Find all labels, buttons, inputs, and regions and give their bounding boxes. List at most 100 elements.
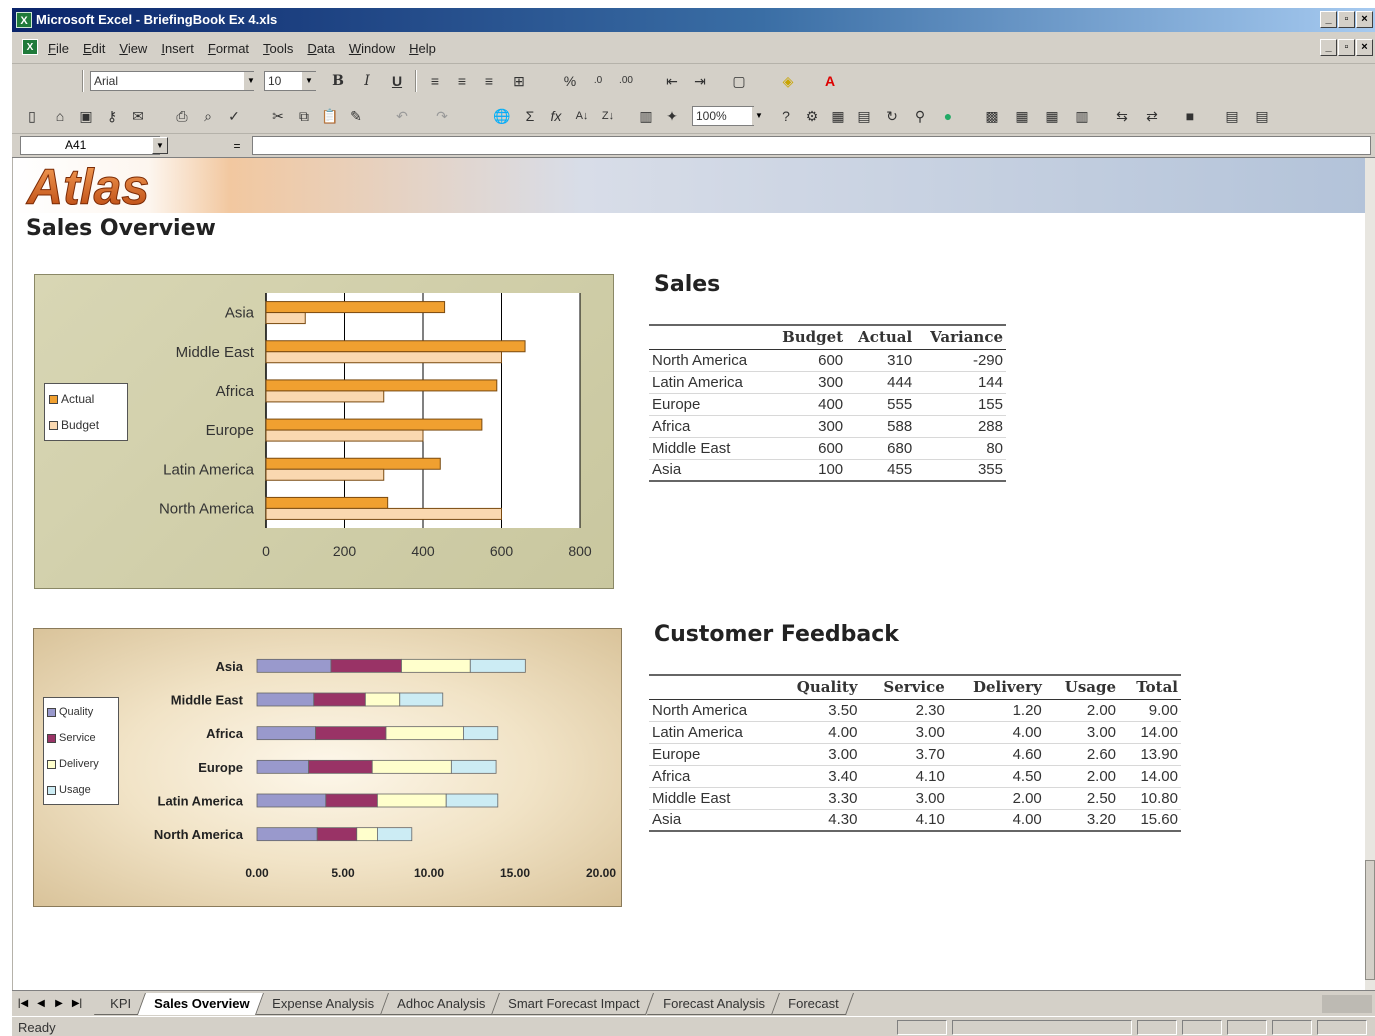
cell-region[interactable]: Europe [649, 393, 769, 416]
table-row[interactable]: Europe 3.00 3.70 4.60 2.60 13.90 [649, 743, 1181, 766]
menu-file[interactable]: File [48, 41, 69, 56]
sheet-tab-forecast[interactable]: Forecast [771, 993, 854, 1015]
cell-actual[interactable]: 588 [846, 415, 916, 438]
permission-icon[interactable]: ⚷ [102, 106, 122, 126]
table-row[interactable]: North America 3.50 2.30 1.20 2.00 9.00 [649, 699, 1181, 722]
workbook-icon[interactable]: X [22, 39, 38, 55]
cell-budget[interactable]: 300 [769, 371, 847, 394]
zoom-dropdown[interactable]: ▼ [752, 107, 766, 125]
bar-delivery-north-america[interactable] [356, 827, 378, 842]
email-icon[interactable]: ✉ [128, 106, 148, 126]
bar-actual-asia[interactable] [265, 301, 446, 314]
table-row[interactable]: Middle East 600 680 80 [649, 437, 1006, 460]
sort-ascending-icon[interactable]: A↓ [572, 106, 592, 126]
cell-actual[interactable]: 310 [846, 349, 916, 372]
cell-usage[interactable]: 2.00 [1044, 765, 1120, 788]
addin-block-icon[interactable]: ■ [1180, 106, 1200, 126]
autosum-icon[interactable]: Σ [520, 106, 540, 126]
bar-actual-north-america[interactable] [265, 496, 389, 509]
bar-usage-europe[interactable] [450, 759, 497, 774]
bar-quality-north-america[interactable] [256, 827, 318, 842]
sheet-tab-smart-forecast-impact[interactable]: Smart Forecast Impact [492, 993, 655, 1015]
cell-variance[interactable]: -290 [915, 349, 1006, 372]
bar-actual-latin-america[interactable] [265, 457, 441, 470]
addin-sheet-icon[interactable]: ▤ [1222, 106, 1242, 126]
sales-bar-chart[interactable]: Actual Budget 0 200 400 600 800 Asia Middle Eas… [34, 274, 614, 589]
menu-data[interactable]: Data [307, 41, 334, 56]
bold-button[interactable]: B [328, 71, 348, 91]
cell-delivery[interactable]: 4.50 [947, 765, 1045, 788]
cell-region[interactable]: Latin America [649, 721, 774, 744]
cell-actual[interactable]: 555 [846, 393, 916, 416]
bar-delivery-africa[interactable] [385, 726, 464, 741]
cell-region[interactable]: Middle East [649, 787, 774, 810]
new-icon[interactable]: ▯ [22, 106, 42, 126]
cell-region[interactable]: Africa [649, 765, 774, 788]
help-icon[interactable]: ? [776, 106, 796, 126]
cell-quality[interactable]: 3.40 [774, 765, 861, 788]
report-icon[interactable]: ▤ [854, 106, 874, 126]
cell-usage[interactable]: 3.20 [1044, 809, 1120, 832]
cell-region[interactable]: Africa [649, 415, 769, 438]
bar-usage-latin-america[interactable] [445, 793, 499, 808]
borders-icon[interactable]: ▢ [729, 71, 749, 91]
addin-sheet2-icon[interactable]: ▤ [1252, 106, 1272, 126]
redo-icon[interactable]: ↷ [432, 106, 452, 126]
cell-budget[interactable]: 100 [769, 459, 847, 482]
globe-icon[interactable]: ● [938, 106, 958, 126]
spelling-icon[interactable]: ✓ [224, 106, 244, 126]
next-sheet-icon[interactable]: ▶ [52, 996, 66, 1012]
save-icon[interactable]: ▣ [76, 106, 96, 126]
pivot-table-icon[interactable]: ▦ [828, 106, 848, 126]
cell-total[interactable]: 14.00 [1119, 721, 1181, 744]
cell-quality[interactable]: 3.50 [774, 699, 861, 722]
menu-help[interactable]: Help [409, 41, 436, 56]
cell-usage[interactable]: 2.00 [1044, 699, 1120, 722]
bar-delivery-middle-east[interactable] [364, 692, 401, 707]
cell-region[interactable]: North America [649, 349, 769, 372]
bar-quality-asia[interactable] [256, 658, 332, 673]
bar-usage-middle-east[interactable] [399, 692, 444, 707]
menu-view[interactable]: View [119, 41, 147, 56]
table-row[interactable]: Asia 4.30 4.10 4.00 3.20 15.60 [649, 809, 1181, 832]
drawing-icon[interactable]: ✦ [662, 106, 682, 126]
bar-actual-middle-east[interactable] [265, 340, 526, 353]
underline-button[interactable]: U [387, 71, 407, 91]
table-row[interactable]: Latin America 300 444 144 [649, 371, 1006, 394]
cell-delivery[interactable]: 4.00 [947, 809, 1045, 832]
bar-budget-europe[interactable] [265, 429, 424, 442]
cell-total[interactable]: 10.80 [1119, 787, 1181, 810]
menu-window[interactable]: Window [349, 41, 395, 56]
cut-icon[interactable]: ✂ [268, 106, 288, 126]
doc-restore-button[interactable]: ▫ [1338, 39, 1355, 56]
bar-budget-africa[interactable] [265, 390, 385, 403]
addin-bars-icon[interactable]: ▥ [1072, 106, 1092, 126]
table-row[interactable]: North America 600 310 -290 [649, 349, 1006, 372]
cell-service[interactable]: 4.10 [860, 809, 948, 832]
cell-quality[interactable]: 4.30 [774, 809, 861, 832]
cell-quality[interactable]: 4.00 [774, 721, 861, 744]
font-size-dropdown[interactable]: ▼ [302, 72, 316, 90]
name-box[interactable]: A41 [20, 136, 160, 155]
bar-usage-north-america[interactable] [376, 827, 413, 842]
table-row[interactable]: Asia 100 455 355 [649, 459, 1006, 482]
name-box-dropdown[interactable]: ▼ [152, 137, 168, 154]
format-painter-icon[interactable]: ✎ [346, 106, 366, 126]
sheet-tab-sales-overview[interactable]: Sales Overview [137, 993, 265, 1015]
maximize-button[interactable]: ▫ [1338, 11, 1355, 28]
undo-icon[interactable]: ↶ [392, 106, 412, 126]
bar-delivery-latin-america[interactable] [376, 793, 447, 808]
zoom-box[interactable]: 100% [692, 106, 754, 126]
cell-budget[interactable]: 600 [769, 349, 847, 372]
bar-service-europe[interactable] [308, 759, 373, 774]
font-name-box[interactable]: Arial [90, 71, 254, 91]
refresh-icon[interactable]: ↻ [882, 106, 902, 126]
cell-service[interactable]: 3.70 [860, 743, 948, 766]
bar-actual-africa[interactable] [265, 379, 498, 392]
hyperlink-icon[interactable]: 🌐 [492, 106, 512, 126]
cell-region[interactable]: Asia [649, 459, 769, 482]
cell-usage[interactable]: 2.50 [1044, 787, 1120, 810]
cell-variance[interactable]: 144 [915, 371, 1006, 394]
copy-icon[interactable]: ⧉ [294, 106, 314, 126]
addin-sync-icon[interactable]: ⇄ [1142, 106, 1162, 126]
